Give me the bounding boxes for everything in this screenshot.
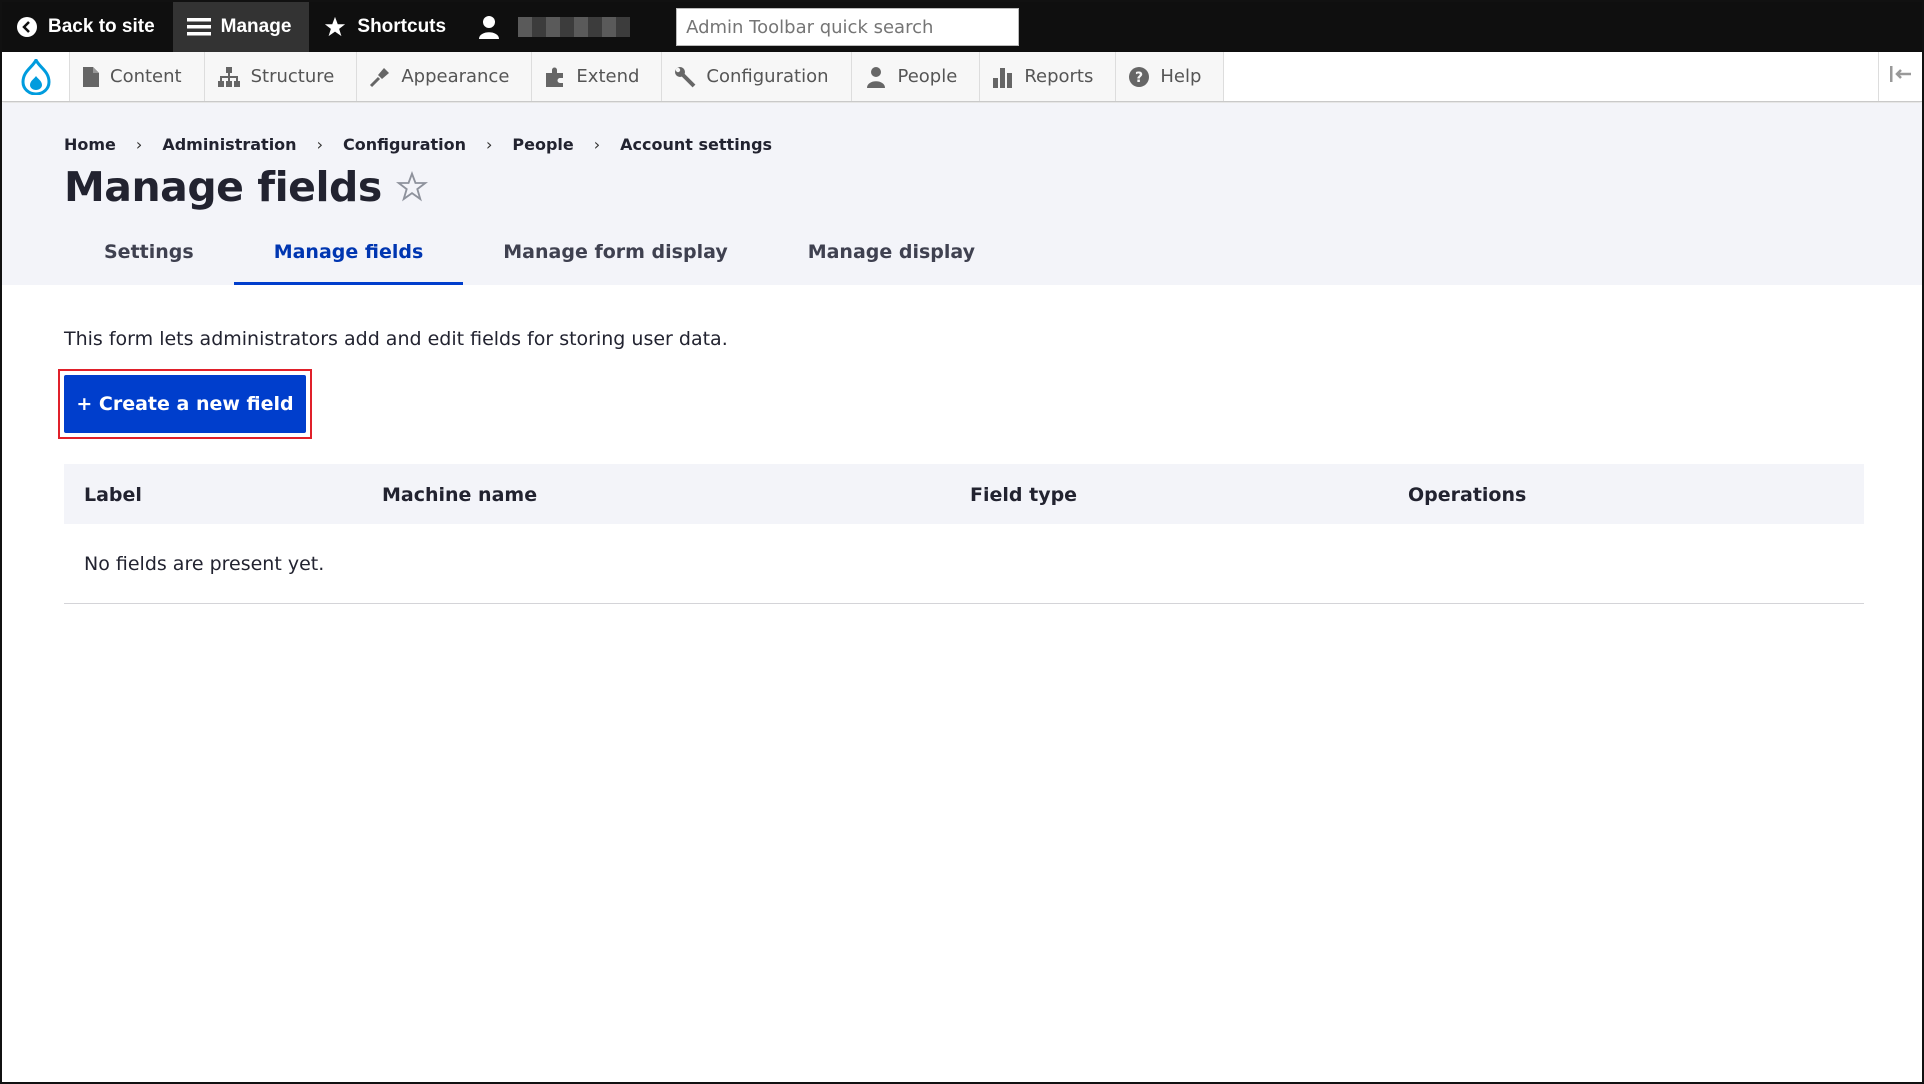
admin-toolbar-search-input[interactable] [676, 8, 1020, 46]
shortcuts-tray-toggle[interactable]: Shortcuts [309, 2, 464, 52]
table-header-row: Label Machine name Field type Operations [64, 464, 1864, 524]
menu-spacer [1224, 52, 1878, 101]
breadcrumb-separator: › [486, 135, 493, 154]
hamburger-icon [186, 16, 211, 38]
breadcrumb: Home › Administration › Configuration › … [64, 135, 772, 154]
paintbrush-icon [369, 66, 391, 88]
admin-menu: Content Structure Appearance Extend Conf… [2, 52, 1922, 102]
tab-manage-fields[interactable]: Manage fields [233, 219, 464, 285]
menu-item-content[interactable]: Content [70, 52, 205, 101]
drupal-logo-icon[interactable] [2, 52, 70, 101]
collapse-toolbar-button[interactable] [1878, 52, 1922, 101]
create-new-field-button[interactable]: + Create a new field [64, 375, 306, 433]
empty-table-message: No fields are present yet. [64, 524, 1864, 604]
menu-item-label: Extend [576, 66, 640, 87]
menu-item-appearance[interactable]: Appearance [357, 52, 533, 101]
structure-icon [217, 66, 241, 88]
fields-table: Label Machine name Field type Operations… [64, 464, 1864, 604]
people-icon [864, 66, 888, 88]
tab-manage-form-display[interactable]: Manage form display [463, 219, 767, 285]
manage-tray-toggle[interactable]: Manage [172, 2, 310, 52]
menu-item-structure[interactable]: Structure [204, 52, 358, 101]
admin-toolbar: Back to site Manage Shortcuts [2, 2, 1922, 52]
user-tray-toggle[interactable] [464, 2, 648, 52]
star-icon [323, 16, 347, 38]
column-header-machine-name: Machine name [382, 484, 538, 506]
bar-chart-icon [992, 66, 1014, 88]
menu-item-reports[interactable]: Reports [980, 52, 1117, 101]
back-to-site-link[interactable]: Back to site [2, 2, 173, 52]
document-icon [82, 66, 100, 88]
menu-item-extend[interactable]: Extend [532, 52, 663, 101]
tab-settings[interactable]: Settings [64, 219, 234, 285]
page-title: Manage fields [64, 163, 382, 211]
breadcrumb-link-configuration[interactable]: Configuration [343, 135, 466, 154]
user-icon [478, 15, 500, 39]
breadcrumb-link-home[interactable]: Home [64, 135, 116, 154]
breadcrumb-separator: › [135, 135, 143, 154]
star-outline-icon[interactable] [395, 171, 428, 203]
column-header-field-type: Field type [970, 484, 1078, 506]
collapse-arrow-icon [1889, 65, 1913, 88]
menu-item-label: Appearance [401, 66, 510, 87]
menu-item-people[interactable]: People [851, 52, 981, 101]
title-row: Manage fields [64, 163, 428, 211]
puzzle-icon [544, 66, 566, 88]
username-redacted [518, 17, 631, 37]
svg-text:?: ? [1135, 70, 1143, 86]
menu-item-label: Help [1160, 66, 1202, 87]
help-icon: ? [1128, 66, 1150, 88]
manage-label: Manage [220, 16, 292, 37]
wrench-icon [674, 66, 696, 88]
page-description: This form lets administrators add and ed… [64, 328, 728, 350]
shortcuts-label: Shortcuts [357, 16, 447, 37]
menu-item-label: Configuration [706, 66, 829, 87]
breadcrumb-link-people[interactable]: People [512, 135, 573, 154]
menu-item-label: Structure [250, 66, 335, 87]
highlight-box: + Create a new field [58, 369, 312, 439]
breadcrumb-separator: › [316, 135, 323, 154]
menu-item-label: Content [110, 66, 182, 87]
breadcrumb-link-account-settings[interactable]: Account settings [620, 135, 772, 154]
menu-item-label: People [897, 66, 958, 87]
breadcrumb-separator: › [593, 135, 601, 154]
page-header: Home › Administration › Configuration › … [2, 103, 1922, 285]
menu-item-help[interactable]: ? Help [1116, 52, 1225, 101]
menu-item-label: Reports [1024, 66, 1094, 87]
column-header-operations: Operations [1408, 484, 1527, 506]
column-header-label: Label [84, 484, 142, 506]
breadcrumb-link-administration[interactable]: Administration [162, 135, 296, 154]
back-arrow-icon [16, 16, 38, 38]
primary-tabs: Settings Manage fields Manage form displ… [64, 219, 1015, 285]
tab-manage-display[interactable]: Manage display [768, 219, 1015, 285]
back-to-site-label: Back to site [48, 16, 155, 37]
menu-item-configuration[interactable]: Configuration [662, 52, 852, 101]
